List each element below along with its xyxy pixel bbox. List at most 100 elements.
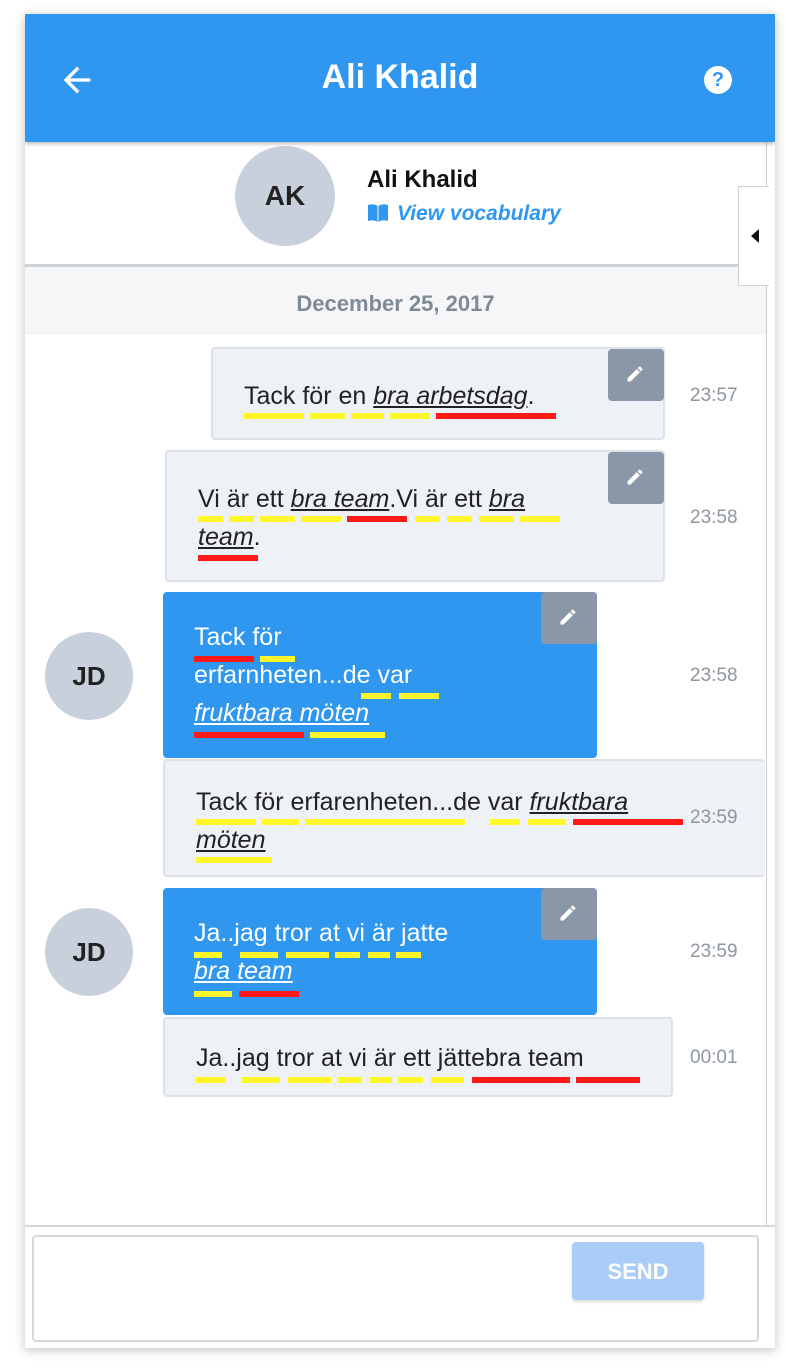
word-marker-error bbox=[573, 819, 683, 825]
word-marker-correct bbox=[194, 952, 222, 958]
vocabulary-word[interactable]: bra bbox=[489, 485, 525, 513]
message-bubble: Tack för en bra arbetsdag. bbox=[211, 347, 665, 440]
edit-button[interactable] bbox=[608, 452, 664, 504]
word-marker-error bbox=[472, 1077, 570, 1083]
avatar: JD bbox=[45, 632, 133, 720]
edit-button[interactable] bbox=[541, 592, 597, 644]
text-segment: Vi är ett bbox=[198, 485, 291, 513]
word-marker-correct bbox=[415, 516, 440, 522]
message-line: Ja..jag tror at vi är jatte bbox=[194, 914, 554, 952]
word-marker-correct bbox=[286, 952, 329, 958]
word-marker-correct bbox=[447, 516, 472, 522]
edit-button[interactable] bbox=[608, 349, 664, 401]
caret-left-icon bbox=[751, 229, 759, 243]
word-marker-correct bbox=[260, 656, 295, 662]
word-marker-correct bbox=[368, 952, 390, 958]
text-segment: erfarnheten...de var bbox=[194, 661, 413, 689]
message-bubble: Ja..jag tror at vi är jatte bra team bbox=[163, 888, 597, 1015]
word-marker-correct bbox=[361, 693, 391, 699]
text-segment: Tack för bbox=[194, 623, 282, 651]
word-marker-correct bbox=[301, 516, 341, 522]
message-text: Ja..jag tror at vi är ett jättebra team bbox=[196, 1039, 666, 1077]
word-marker-error bbox=[198, 555, 258, 561]
vocabulary-word[interactable]: fruktbara möten bbox=[194, 699, 369, 727]
word-marker-correct bbox=[196, 819, 256, 825]
word-marker-error bbox=[194, 732, 304, 738]
word-marker-correct bbox=[260, 516, 295, 522]
message-bubble: Tack för erfarnheten...de var fruktbara mö… bbox=[163, 592, 597, 758]
message-line: möten bbox=[196, 821, 696, 859]
word-marker-correct bbox=[305, 819, 465, 825]
word-marker-correct bbox=[310, 732, 385, 738]
contact-name: Ali Khalid bbox=[367, 166, 478, 193]
word-marker-correct bbox=[240, 952, 278, 958]
message-time: 00:01 bbox=[690, 1047, 738, 1068]
word-marker-correct bbox=[398, 1077, 423, 1083]
contact-header: AK Ali Khalid View vocabulary bbox=[25, 142, 767, 267]
text-segment: . bbox=[527, 382, 535, 410]
word-marker-correct bbox=[528, 819, 566, 825]
word-marker-correct bbox=[242, 1077, 280, 1083]
word-marker-correct bbox=[370, 1077, 392, 1083]
send-button[interactable]: SEND bbox=[572, 1242, 704, 1300]
book-open-icon bbox=[368, 204, 388, 222]
message-bubble: Vi är ett bra team.Vi är ett bra team. bbox=[165, 450, 665, 582]
word-marker-correct bbox=[288, 1077, 331, 1083]
text-segment: Ja..jag tror at vi är ett jättebra team bbox=[196, 1044, 584, 1072]
word-marker-error bbox=[239, 991, 299, 997]
view-vocabulary-label: View vocabulary bbox=[397, 202, 561, 225]
message-time: 23:58 bbox=[690, 507, 738, 528]
vocabulary-word[interactable]: bra arbetsdag bbox=[373, 382, 527, 410]
message-time: 23:59 bbox=[690, 807, 738, 828]
message-line: Vi är ett bra team.Vi är ett bra bbox=[198, 480, 618, 518]
pencil-icon bbox=[627, 469, 643, 485]
word-marker-correct bbox=[431, 1077, 464, 1083]
message-line: Tack för en bra arbetsdag. bbox=[244, 377, 534, 415]
word-marker-correct bbox=[399, 693, 439, 699]
message-bubble: Ja..jag tror at vi är ett jättebra team bbox=[163, 1017, 673, 1097]
question-circle-icon[interactable]: ? bbox=[704, 66, 732, 94]
word-marker-correct bbox=[520, 516, 560, 522]
message-list: Tack för en bra arbetsdag. 23:57 Vi är e… bbox=[25, 335, 767, 1225]
edit-button[interactable] bbox=[541, 888, 597, 940]
message-line: Ja..jag tror at vi är ett jättebra team bbox=[196, 1039, 666, 1077]
message-bubble: Tack för erfarenheten...de var fruktbara… bbox=[163, 759, 765, 877]
vocabulary-word[interactable]: team bbox=[198, 523, 254, 551]
word-marker-correct bbox=[196, 857, 272, 863]
avatar: JD bbox=[45, 908, 133, 996]
word-marker-error bbox=[576, 1077, 640, 1083]
vocabulary-word[interactable]: fruktbara bbox=[530, 788, 629, 816]
word-marker-error bbox=[194, 656, 254, 662]
word-marker-correct bbox=[310, 413, 345, 419]
message-time: 23:59 bbox=[690, 941, 738, 962]
vocabulary-word[interactable]: möten bbox=[196, 826, 265, 854]
text-segment: Tack för erfarenheten...de var bbox=[196, 788, 530, 816]
message-time: 23:57 bbox=[690, 385, 738, 406]
message-line: fruktbara möten bbox=[194, 694, 554, 732]
word-marker-correct bbox=[335, 952, 360, 958]
word-marker-correct bbox=[194, 991, 232, 997]
view-vocabulary-link[interactable]: View vocabulary bbox=[367, 202, 561, 226]
vocabulary-word[interactable]: bra team bbox=[291, 485, 390, 513]
word-marker-correct bbox=[229, 516, 254, 522]
app-bar: Ali Khalid ? bbox=[25, 14, 775, 142]
message-line: team. bbox=[198, 518, 618, 556]
word-marker-correct bbox=[351, 413, 384, 419]
message-line: Tack för erfarenheten...de var fruktbara bbox=[196, 783, 696, 821]
word-marker-correct bbox=[262, 819, 299, 825]
vocabulary-word[interactable]: bra team bbox=[194, 957, 293, 985]
app-frame: Ali Khalid ? AK Ali Khalid View vocabula… bbox=[25, 14, 775, 1348]
word-marker-correct bbox=[479, 516, 514, 522]
text-segment: Tack för en bbox=[244, 382, 374, 410]
side-drawer-toggle[interactable] bbox=[738, 186, 769, 286]
pencil-icon bbox=[627, 366, 643, 382]
word-marker-correct bbox=[337, 1077, 362, 1083]
text-segment: .Vi är ett bbox=[389, 485, 489, 513]
word-marker-error bbox=[347, 516, 407, 522]
word-marker-correct bbox=[244, 413, 304, 419]
word-marker-correct bbox=[196, 1077, 226, 1083]
message-line: Tack för bbox=[194, 618, 554, 656]
word-marker-correct bbox=[390, 413, 430, 419]
word-marker-correct bbox=[198, 516, 223, 522]
message-text: Tack för erfarnheten...de var fruktbara mö… bbox=[194, 618, 554, 732]
